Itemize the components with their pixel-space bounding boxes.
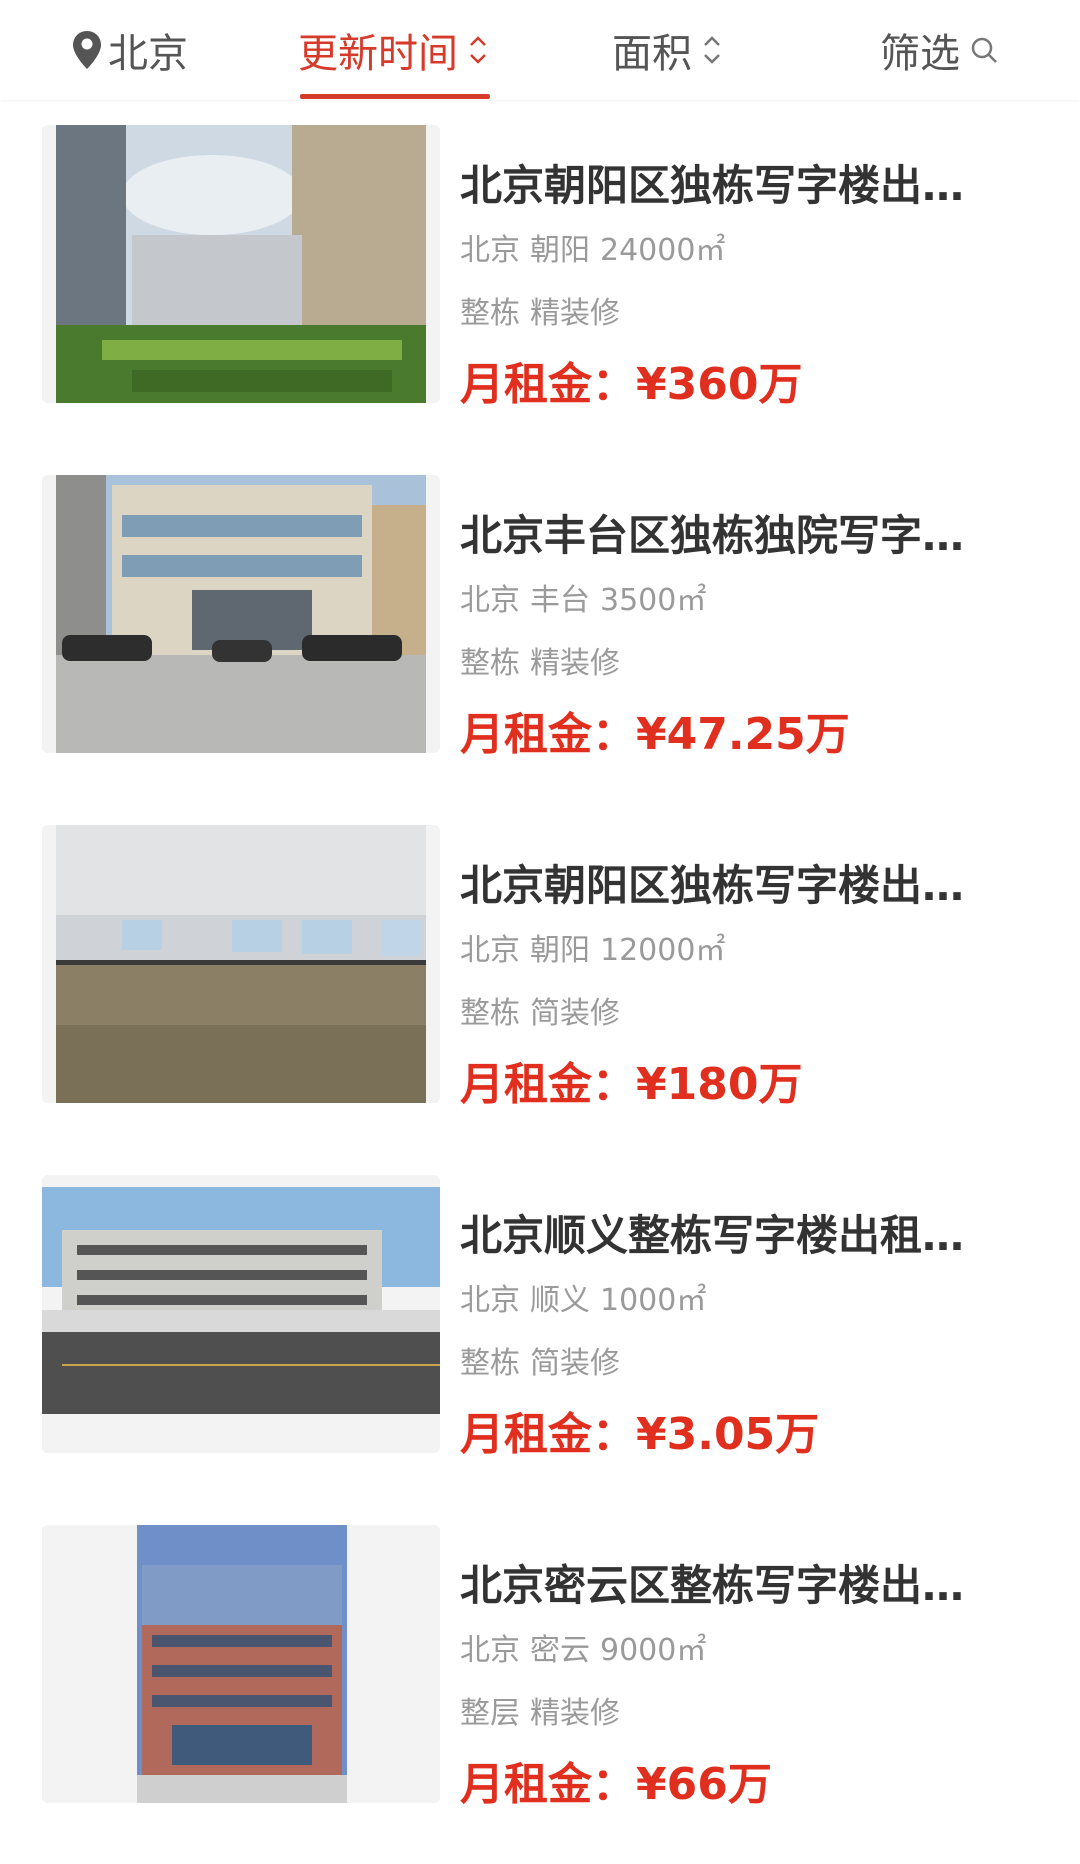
listing-photo — [42, 1525, 440, 1803]
location-label: 北京 — [108, 31, 188, 77]
listing-price: 月租金：¥360万 — [460, 348, 802, 412]
listing-district: 朝阳 — [530, 933, 590, 968]
listing-area: 9000㎡ — [600, 1633, 707, 1668]
listing-card[interactable]: 北京朝阳区独栋写字楼出… 北京 朝阳 12000㎡ 整栋 简装修 月租金：¥180万 — [0, 800, 1080, 1110]
listing-city: 北京 — [460, 583, 520, 618]
price-value: ¥3.05万 — [636, 1409, 820, 1460]
listing-tags: 整栋 精装修 — [460, 638, 620, 682]
tab-sort-updated-time[interactable]: 更新时间 — [298, 0, 488, 100]
listing-price: 月租金：¥66万 — [460, 1748, 772, 1812]
active-tab-indicator — [300, 94, 490, 99]
price-label: 月租金： — [460, 359, 636, 410]
listing-photo — [42, 475, 440, 753]
listing-price: 月租金：¥180万 — [460, 1048, 802, 1112]
listing-type: 整栋 — [460, 1346, 520, 1381]
listing-price: 月租金：¥47.25万 — [460, 698, 850, 762]
search-icon — [970, 36, 998, 64]
tab-label: 更新时间 — [298, 31, 458, 77]
price-label: 月租金： — [460, 1759, 636, 1810]
listing-type: 整层 — [460, 1696, 520, 1731]
price-value: ¥66万 — [636, 1759, 772, 1810]
listing-card[interactable]: 北京丰台区独栋独院写字… 北京 丰台 3500㎡ 整栋 精装修 月租金：¥47.25万 — [0, 450, 1080, 760]
listing-area: 1000㎡ — [600, 1283, 707, 1318]
listing-location-area: 北京 密云 9000㎡ — [460, 1625, 706, 1669]
listing-location-area: 北京 顺义 1000㎡ — [460, 1275, 706, 1319]
listing-city: 北京 — [460, 1633, 520, 1668]
listing-title: 北京密云区整栋写字楼出… — [460, 1561, 965, 1610]
price-label: 月租金： — [460, 709, 636, 760]
price-value: ¥47.25万 — [636, 709, 850, 760]
tab-label: 筛选 — [880, 31, 960, 77]
location-pin-icon — [72, 30, 102, 70]
listing-tags: 整栋 精装修 — [460, 288, 620, 332]
listing-city: 北京 — [460, 933, 520, 968]
listing-photo — [42, 1175, 440, 1453]
listing-district: 顺义 — [530, 1283, 590, 1318]
listing-tags: 整栋 简装修 — [460, 1338, 620, 1382]
listing-tags: 整栋 简装修 — [460, 988, 620, 1032]
listing-area: 24000㎡ — [600, 233, 726, 268]
listing-city: 北京 — [460, 233, 520, 268]
price-value: ¥180万 — [636, 1059, 803, 1110]
listing-area: 3500㎡ — [600, 583, 707, 618]
listing-city: 北京 — [460, 1283, 520, 1318]
listing-district: 密云 — [530, 1633, 590, 1668]
listing-card[interactable]: 北京朝阳区独栋写字楼出… 北京 朝阳 24000㎡ 整栋 精装修 月租金：¥360万 — [0, 100, 1080, 410]
listing-title: 北京朝阳区独栋写字楼出… — [460, 161, 965, 210]
listing-photo — [42, 825, 440, 1103]
filter-bar: 北京 更新时间 面积 筛选 — [0, 0, 1080, 100]
listing-title: 北京丰台区独栋独院写字… — [460, 511, 965, 560]
listing-title: 北京朝阳区独栋写字楼出… — [460, 861, 965, 910]
listing-photo — [42, 125, 440, 403]
tab-label: 面积 — [612, 31, 692, 77]
listing-type: 整栋 — [460, 996, 520, 1031]
listing-price: 月租金：¥3.05万 — [460, 1398, 819, 1462]
listing-type: 整栋 — [460, 296, 520, 331]
price-label: 月租金： — [460, 1409, 636, 1460]
listing-card[interactable]: 北京顺义整栋写字楼出租… 北京 顺义 1000㎡ 整栋 简装修 月租金：¥3.05万 — [0, 1150, 1080, 1460]
listing-location-area: 北京 丰台 3500㎡ — [460, 575, 706, 619]
listing-type: 整栋 — [460, 646, 520, 681]
location-selector[interactable]: 北京 — [72, 0, 188, 100]
listing-tags: 整层 精装修 — [460, 1688, 620, 1732]
listing-district: 丰台 — [530, 583, 590, 618]
tab-filter[interactable]: 筛选 — [880, 0, 998, 100]
listing-location-area: 北京 朝阳 12000㎡ — [460, 925, 725, 969]
sort-chevrons-icon — [468, 33, 488, 67]
listing-location-area: 北京 朝阳 24000㎡ — [460, 225, 725, 269]
price-value: ¥360万 — [636, 359, 803, 410]
listing-decoration: 简装修 — [530, 1346, 620, 1381]
listing-district: 朝阳 — [530, 233, 590, 268]
listing-decoration: 精装修 — [530, 646, 620, 681]
listing-card[interactable]: 北京密云区整栋写字楼出… 北京 密云 9000㎡ 整层 精装修 月租金：¥66万 — [0, 1500, 1080, 1810]
tab-sort-area[interactable]: 面积 — [612, 0, 722, 100]
sort-chevrons-icon — [702, 33, 722, 67]
listing-decoration: 精装修 — [530, 1696, 620, 1731]
price-label: 月租金： — [460, 1059, 636, 1110]
listing-decoration: 简装修 — [530, 996, 620, 1031]
listing-area: 12000㎡ — [600, 933, 726, 968]
listing-decoration: 精装修 — [530, 296, 620, 331]
listing-title: 北京顺义整栋写字楼出租… — [460, 1211, 965, 1260]
